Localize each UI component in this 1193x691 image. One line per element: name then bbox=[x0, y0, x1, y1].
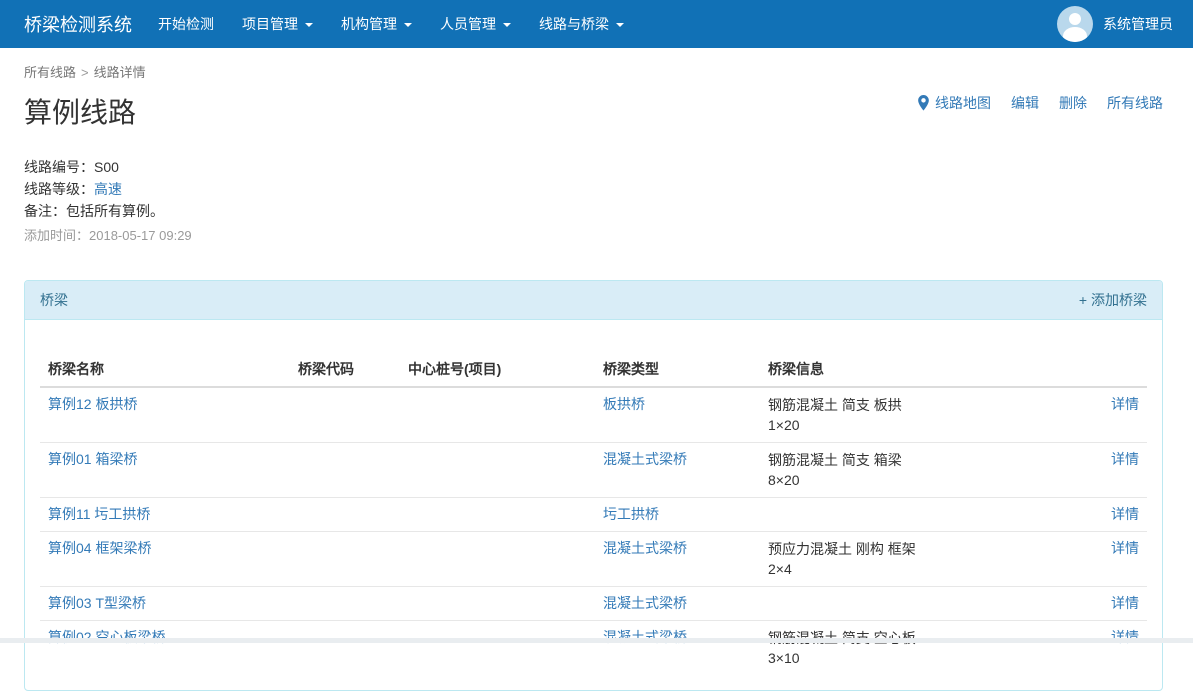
bridge-code-cell bbox=[290, 621, 400, 676]
bridge-name-link[interactable]: 算例11 圬工拱桥 bbox=[48, 506, 150, 522]
nav-item-label: 机构管理 bbox=[341, 14, 397, 34]
line-grade-row: 线路等级：高速 bbox=[24, 178, 1163, 200]
breadcrumb-current: 线路详情 bbox=[94, 65, 146, 80]
chevron-down-icon bbox=[503, 23, 511, 27]
chevron-down-icon bbox=[404, 23, 412, 27]
remark-row: 备注：包括所有算例。 bbox=[24, 200, 1163, 222]
added-time-row: 添加时间：2018-05-17 09:29 bbox=[24, 225, 1163, 247]
added-time-label: 添加时间： bbox=[24, 228, 89, 243]
breadcrumb-all-lines[interactable]: 所有线路 bbox=[24, 65, 76, 80]
bridge-name-link[interactable]: 算例01 箱梁桥 bbox=[48, 451, 137, 467]
user-menu[interactable]: 系统管理员 bbox=[1057, 6, 1173, 42]
detail-link[interactable]: 详情 bbox=[1111, 396, 1139, 412]
col-bridge-type: 桥梁类型 bbox=[595, 352, 760, 387]
bridge-type-link[interactable]: 板拱桥 bbox=[603, 396, 645, 412]
line-number-value: S00 bbox=[94, 159, 119, 175]
map-pin-icon bbox=[917, 95, 930, 111]
col-bridge-name: 桥梁名称 bbox=[40, 352, 290, 387]
bridge-code-cell bbox=[290, 387, 400, 443]
line-grade-label: 线路等级： bbox=[24, 181, 94, 197]
nav-item-personnel-management[interactable]: 人员管理 bbox=[426, 0, 525, 48]
user-avatar-icon bbox=[1057, 6, 1093, 42]
center-station-cell bbox=[400, 498, 595, 532]
bridge-info-cell: 钢筋混凝土 简支 空心板 3×10 bbox=[760, 621, 1060, 676]
table-row: 算例04 框架梁桥 混凝土式梁桥 预应力混凝土 刚构 框架 2×4 详情 bbox=[40, 532, 1147, 587]
bridge-info-cell: 预应力混凝土 刚构 框架 2×4 bbox=[760, 532, 1060, 587]
nav-item-start-inspection[interactable]: 开始检测 bbox=[144, 0, 228, 48]
bridge-type-link[interactable]: 圬工拱桥 bbox=[603, 506, 659, 522]
nav-item-lines-and-bridges[interactable]: 线路与桥梁 bbox=[525, 0, 638, 48]
col-detail bbox=[1060, 352, 1147, 387]
col-bridge-code: 桥梁代码 bbox=[290, 352, 400, 387]
top-navbar: 桥梁检测系统 开始检测 项目管理 机构管理 人员管理 线路与桥梁 系统管理员 bbox=[0, 0, 1193, 48]
bridge-type-link[interactable]: 混凝土式梁桥 bbox=[603, 595, 687, 611]
nav-item-label: 开始检测 bbox=[158, 14, 214, 34]
center-station-cell bbox=[400, 621, 595, 676]
nav-item-label: 人员管理 bbox=[440, 14, 496, 34]
panel-title: 桥梁 bbox=[40, 290, 68, 310]
table-row: 算例01 箱梁桥 混凝土式梁桥 钢筋混凝土 简支 箱梁 8×20 详情 bbox=[40, 443, 1147, 498]
detail-link[interactable]: 详情 bbox=[1111, 540, 1139, 556]
bridges-panel-body: 桥梁名称 桥梁代码 中心桩号(项目) 桥梁类型 桥梁信息 算例12 板拱桥 板拱… bbox=[25, 320, 1162, 690]
line-number-row: 线路编号：S00 bbox=[24, 156, 1163, 178]
bridge-name-link[interactable]: 算例03 T型梁桥 bbox=[48, 595, 146, 611]
breadcrumb: 所有线路 > 线路详情 bbox=[24, 62, 1163, 81]
app-brand[interactable]: 桥梁检测系统 bbox=[24, 11, 132, 37]
nav-item-project-management[interactable]: 项目管理 bbox=[228, 0, 327, 48]
detail-link[interactable]: 详情 bbox=[1111, 451, 1139, 467]
table-row: 算例11 圬工拱桥 圬工拱桥 详情 bbox=[40, 498, 1147, 532]
table-row: 算例02 空心板梁桥 混凝土式梁桥 钢筋混凝土 简支 空心板 3×10 详情 bbox=[40, 621, 1147, 676]
line-number-label: 线路编号： bbox=[24, 159, 94, 175]
chevron-down-icon bbox=[616, 23, 624, 27]
line-details: 线路编号：S00 线路等级：高速 备注：包括所有算例。 添加时间：2018-05… bbox=[24, 156, 1163, 247]
col-center-station: 中心桩号(项目) bbox=[400, 352, 595, 387]
username: 系统管理员 bbox=[1103, 14, 1173, 34]
bridge-info-cell: 钢筋混凝土 简支 箱梁 8×20 bbox=[760, 443, 1060, 498]
all-lines-link[interactable]: 所有线路 bbox=[1107, 93, 1163, 113]
bridge-code-cell bbox=[290, 587, 400, 621]
remark-value: 包括所有算例。 bbox=[66, 203, 164, 219]
delete-link[interactable]: 删除 bbox=[1059, 93, 1087, 113]
detail-link[interactable]: 详情 bbox=[1111, 506, 1139, 522]
bridge-code-cell bbox=[290, 532, 400, 587]
table-row: 算例12 板拱桥 板拱桥 钢筋混凝土 简支 板拱 1×20 详情 bbox=[40, 387, 1147, 443]
nav-item-label: 项目管理 bbox=[242, 14, 298, 34]
bridges-table: 桥梁名称 桥梁代码 中心桩号(项目) 桥梁类型 桥梁信息 算例12 板拱桥 板拱… bbox=[40, 352, 1147, 675]
center-station-cell bbox=[400, 443, 595, 498]
bridge-info-cell bbox=[760, 587, 1060, 621]
line-grade-link[interactable]: 高速 bbox=[94, 181, 122, 197]
detail-link[interactable]: 详情 bbox=[1111, 595, 1139, 611]
table-header-row: 桥梁名称 桥梁代码 中心桩号(项目) 桥梁类型 桥梁信息 bbox=[40, 352, 1147, 387]
nav-item-label: 线路与桥梁 bbox=[539, 14, 609, 34]
page-actions: 线路地图 编辑 删除 所有线路 bbox=[917, 93, 1163, 113]
edit-link[interactable]: 编辑 bbox=[1011, 93, 1039, 113]
bridge-name-link[interactable]: 算例04 框架梁桥 bbox=[48, 540, 151, 556]
bridge-info-cell: 钢筋混凝土 简支 板拱 1×20 bbox=[760, 387, 1060, 443]
center-station-cell bbox=[400, 387, 595, 443]
bridge-name-link[interactable]: 算例12 板拱桥 bbox=[48, 396, 137, 412]
chevron-down-icon bbox=[305, 23, 313, 27]
bridge-info-cell bbox=[760, 498, 1060, 532]
breadcrumb-separator: > bbox=[81, 65, 89, 80]
bridge-type-link[interactable]: 混凝土式梁桥 bbox=[603, 451, 687, 467]
center-station-cell bbox=[400, 587, 595, 621]
bridges-panel: 桥梁 + 添加桥梁 桥梁名称 桥梁代码 中心桩号(项目) 桥梁类型 桥梁信息 bbox=[24, 280, 1163, 691]
horizontal-scrollbar[interactable] bbox=[0, 638, 1193, 643]
bridge-code-cell bbox=[290, 443, 400, 498]
bridge-type-link[interactable]: 混凝土式梁桥 bbox=[603, 540, 687, 556]
col-bridge-info: 桥梁信息 bbox=[760, 352, 1060, 387]
bridges-panel-header: 桥梁 + 添加桥梁 bbox=[25, 281, 1162, 320]
added-time-value: 2018-05-17 09:29 bbox=[89, 228, 192, 243]
add-bridge-link[interactable]: + 添加桥梁 bbox=[1079, 290, 1147, 310]
nav-item-organization-management[interactable]: 机构管理 bbox=[327, 0, 426, 48]
center-station-cell bbox=[400, 532, 595, 587]
main-content: 所有线路>线路详情 线路地图 编辑 删除 所有线路 算例线路 线路编号：S00 … bbox=[0, 62, 1193, 691]
line-map-link[interactable]: 线路地图 bbox=[917, 93, 991, 113]
table-row: 算例03 T型梁桥 混凝土式梁桥 详情 bbox=[40, 587, 1147, 621]
bridge-code-cell bbox=[290, 498, 400, 532]
remark-label: 备注： bbox=[24, 203, 66, 219]
